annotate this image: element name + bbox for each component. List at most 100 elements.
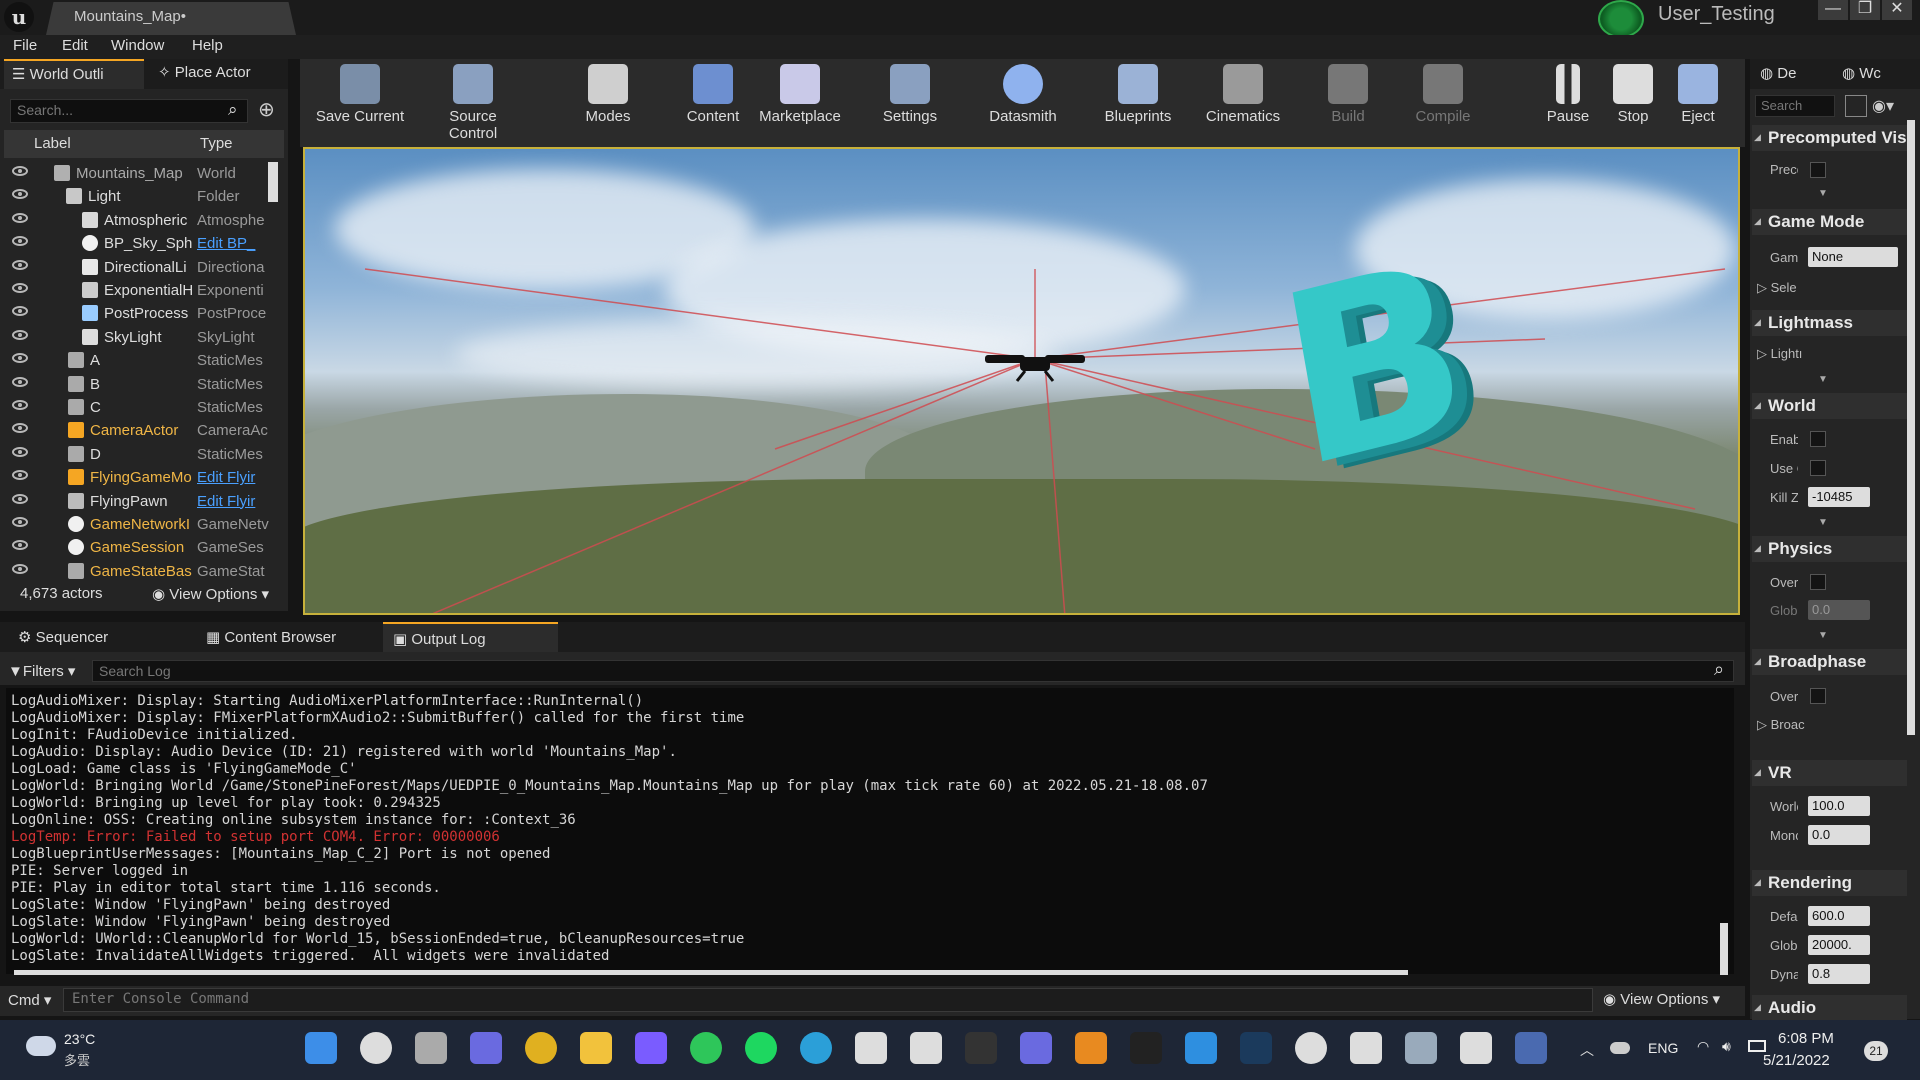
outliner-row[interactable]: FlyingPawn Edit Flyir bbox=[8, 490, 274, 513]
volume-icon[interactable]: 🔊︎ bbox=[1722, 1038, 1731, 1055]
edit-blueprint-link[interactable]: Edit Flyir bbox=[197, 469, 277, 486]
section-rendering[interactable]: Rendering bbox=[1752, 870, 1907, 896]
tab-place-actor[interactable]: ✧ Place Actor bbox=[150, 59, 280, 89]
gamemode-override-select[interactable]: None bbox=[1808, 247, 1898, 267]
taskview-icon[interactable] bbox=[415, 1032, 447, 1064]
menu-help[interactable]: Help bbox=[192, 37, 223, 54]
visibility-eye-icon[interactable] bbox=[12, 166, 28, 176]
cmd-dropdown[interactable]: Cmd ▾ bbox=[8, 991, 51, 1009]
outliner-row[interactable]: C StaticMes bbox=[8, 396, 274, 419]
modes-button[interactable]: Modes bbox=[560, 64, 656, 125]
tab-world-settings[interactable]: ◍ Wc bbox=[1842, 64, 1881, 82]
app-icon[interactable] bbox=[855, 1032, 887, 1064]
edit-blueprint-link[interactable]: Edit Flyir bbox=[197, 493, 277, 510]
eject-button[interactable]: Eject bbox=[1650, 64, 1746, 125]
rendering-default-input[interactable]: 600.0 bbox=[1808, 906, 1870, 926]
chrome-icon[interactable] bbox=[525, 1032, 557, 1064]
epic-games-icon[interactable] bbox=[965, 1032, 997, 1064]
outliner-row[interactable]: DirectionalLi Directiona bbox=[8, 256, 274, 279]
section-broadphase[interactable]: Broadphase bbox=[1752, 649, 1907, 675]
save-current-button[interactable]: Save Current bbox=[312, 64, 408, 125]
log-vertical-scrollbar[interactable] bbox=[1720, 923, 1728, 975]
compile-button[interactable]: Compile bbox=[1395, 64, 1491, 125]
visibility-eye-icon[interactable] bbox=[12, 563, 28, 574]
lightmass-settings-row[interactable]: ▷ Lightı bbox=[1757, 346, 1802, 362]
outliner-row[interactable]: ExponentialH Exponenti bbox=[8, 279, 274, 302]
visibility-eye-icon[interactable] bbox=[12, 353, 28, 364]
global-gravity-input[interactable]: 0.0 bbox=[1808, 600, 1870, 620]
visibility-eye-icon[interactable] bbox=[12, 259, 28, 270]
menu-window[interactable]: Window bbox=[111, 37, 164, 54]
visibility-eye-icon[interactable] bbox=[12, 283, 28, 293]
expand-arrow-icon[interactable]: ▼ bbox=[1818, 630, 1828, 641]
menu-edit[interactable]: Edit bbox=[62, 37, 88, 54]
tab-world-outliner[interactable]: ☰ World Outli bbox=[4, 59, 144, 89]
terminal-icon[interactable] bbox=[1130, 1032, 1162, 1064]
log-view-options[interactable]: ◉ View Options ▾ bbox=[1603, 990, 1720, 1008]
explorer-icon[interactable] bbox=[580, 1032, 612, 1064]
game-app-icon[interactable] bbox=[1350, 1032, 1382, 1064]
broadphase-settings-row[interactable]: ▷ Broac bbox=[1757, 717, 1805, 733]
details-scrollbar[interactable] bbox=[1907, 120, 1915, 735]
outliner-row[interactable]: Atmospheric Atmosphe bbox=[8, 209, 274, 232]
vscode-icon[interactable] bbox=[1185, 1032, 1217, 1064]
visibility-eye-icon[interactable] bbox=[12, 329, 28, 340]
document-tab[interactable]: Mountains_Map• bbox=[46, 2, 296, 35]
rendering-global-input[interactable]: 20000. bbox=[1808, 935, 1870, 955]
onedrive-icon[interactable] bbox=[1610, 1042, 1630, 1054]
language-indicator[interactable]: ENG bbox=[1648, 1040, 1678, 1056]
wifi-icon[interactable]: ◠ bbox=[1697, 1038, 1709, 1055]
add-folder-icon[interactable]: ⊕ bbox=[258, 97, 275, 122]
visibility-eye-icon[interactable]: ◉▾ bbox=[1872, 96, 1894, 116]
level-viewport[interactable]: B bbox=[303, 147, 1740, 615]
column-label-header[interactable]: Label bbox=[34, 135, 71, 152]
roblox-icon[interactable] bbox=[910, 1032, 942, 1064]
start-icon[interactable] bbox=[305, 1032, 337, 1064]
vr-mono-input[interactable]: 0.0 bbox=[1808, 825, 1870, 845]
cinematics-button[interactable]: Cinematics bbox=[1195, 64, 1291, 125]
visibility-eye-icon[interactable] bbox=[12, 493, 28, 504]
outliner-row[interactable]: Light Folder bbox=[8, 185, 274, 208]
outliner-scrollbar[interactable] bbox=[268, 162, 278, 202]
outliner-row[interactable]: CameraActor CameraAc bbox=[8, 419, 274, 442]
github-icon[interactable] bbox=[1295, 1032, 1327, 1064]
visibility-eye-icon[interactable] bbox=[12, 376, 28, 387]
section-audio[interactable]: Audio bbox=[1752, 995, 1907, 1021]
tray-overflow-icon[interactable]: ︿ bbox=[1580, 1040, 1594, 1060]
physics-override-checkbox[interactable] bbox=[1810, 574, 1826, 590]
notification-badge[interactable]: 21 bbox=[1864, 1041, 1888, 1061]
vr-world-scale-input[interactable]: 100.0 bbox=[1808, 796, 1870, 816]
section-game-mode[interactable]: Game Mode bbox=[1752, 209, 1907, 235]
details-search-input[interactable]: Search bbox=[1755, 95, 1835, 117]
visibility-eye-icon[interactable] bbox=[12, 446, 28, 457]
world-enable-checkbox[interactable] bbox=[1810, 431, 1826, 447]
restore-button[interactable]: ❐ bbox=[1850, 0, 1880, 20]
section-vr[interactable]: VR bbox=[1752, 760, 1907, 786]
outliner-row[interactable]: PostProcess PostProce bbox=[8, 302, 274, 325]
filters-button[interactable]: ▼Filters ▾ bbox=[8, 662, 75, 680]
datasmith-button[interactable]: Datasmith bbox=[975, 64, 1071, 125]
build-button[interactable]: Build bbox=[1300, 64, 1396, 125]
precomputed-checkbox[interactable] bbox=[1810, 162, 1826, 178]
section-world[interactable]: World bbox=[1752, 393, 1907, 419]
expand-arrow-icon[interactable]: ▼ bbox=[1818, 188, 1828, 199]
source-control-button[interactable]: Source Control bbox=[425, 64, 521, 142]
outliner-row[interactable]: GameSession GameSes bbox=[8, 536, 274, 559]
kill-z-input[interactable]: -10485 bbox=[1808, 487, 1870, 507]
tab-content-browser[interactable]: ▦ Content Browser bbox=[196, 622, 376, 652]
outliner-row[interactable]: A StaticMes bbox=[8, 349, 274, 372]
visibility-eye-icon[interactable] bbox=[12, 236, 28, 247]
section-lightmass[interactable]: Lightmass bbox=[1752, 310, 1907, 336]
content-button[interactable]: Content bbox=[665, 64, 761, 125]
section-precomputed-visibility[interactable]: Precomputed Visi bbox=[1752, 125, 1907, 151]
expand-arrow-icon[interactable]: ▼ bbox=[1818, 517, 1828, 528]
notes-icon[interactable] bbox=[1405, 1032, 1437, 1064]
tab-sequencer[interactable]: ⚙ Sequencer bbox=[8, 622, 188, 652]
visibility-eye-icon[interactable] bbox=[12, 470, 28, 481]
clock-date[interactable]: 5/21/2022 bbox=[1763, 1052, 1830, 1069]
outliner-row[interactable]: SkyLight SkyLight bbox=[8, 326, 274, 349]
broadphase-override-checkbox[interactable] bbox=[1810, 688, 1826, 704]
folder-app-icon[interactable] bbox=[1075, 1032, 1107, 1064]
visibility-eye-icon[interactable] bbox=[12, 517, 28, 527]
outliner-view-options[interactable]: ◉ View Options ▾ bbox=[152, 585, 269, 603]
